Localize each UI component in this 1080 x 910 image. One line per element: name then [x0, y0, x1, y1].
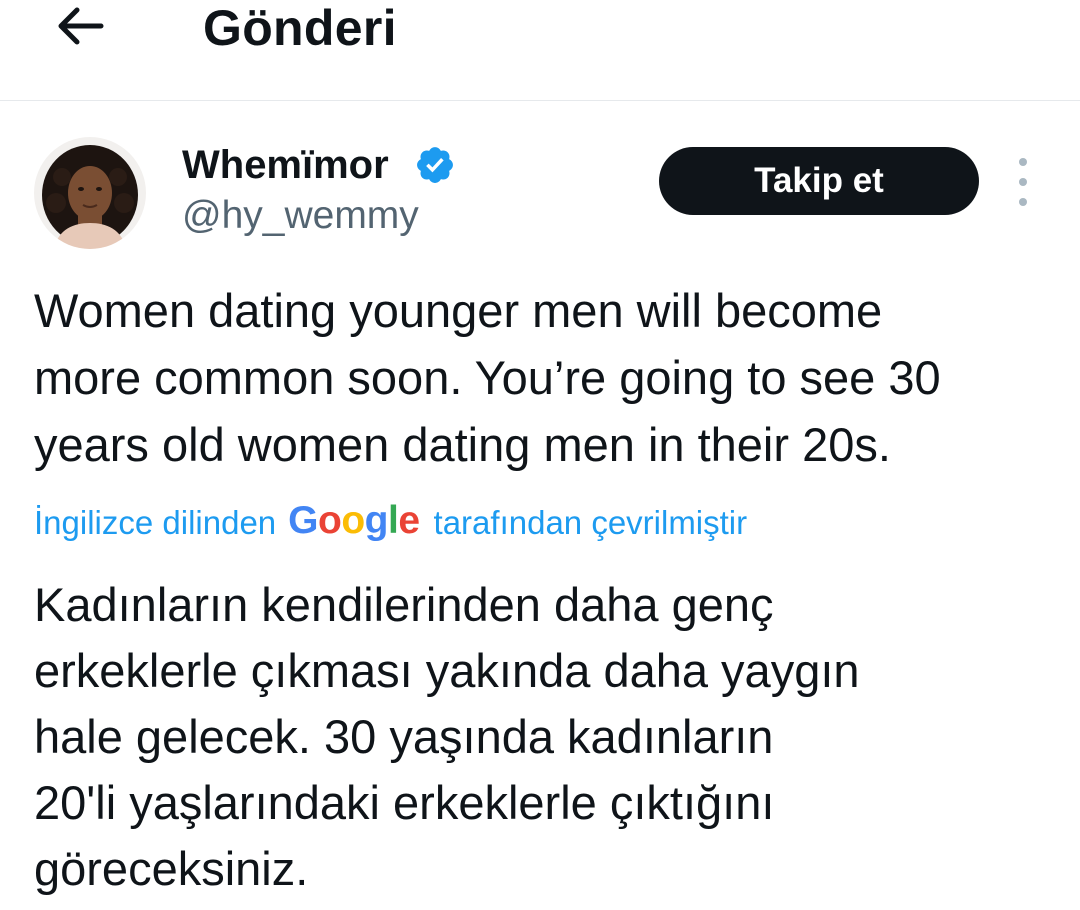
- back-button[interactable]: [48, 0, 112, 52]
- translated-text: Kadınların kendilerinden daha genç erkek…: [34, 572, 1054, 902]
- google-letter: e: [398, 499, 420, 542]
- tweet-line: years old women dating men in their 20s.: [34, 418, 891, 471]
- google-letter: l: [387, 499, 399, 542]
- more-dot: [1019, 178, 1027, 186]
- verified-badge-icon: [417, 147, 453, 183]
- tweet-line: Women dating younger men will become: [34, 284, 883, 337]
- avatar[interactable]: [34, 137, 146, 249]
- more-options-button[interactable]: [1008, 158, 1038, 206]
- tweet-line: more common soon. You’re going to see 30: [34, 351, 941, 404]
- page-title: Gönderi: [203, 0, 397, 56]
- google-letter: o: [318, 499, 342, 542]
- translated-line: hale gelecek. 30 yaşında kadınların: [34, 710, 774, 763]
- google-logo: Google: [288, 499, 420, 543]
- more-dot: [1019, 198, 1027, 206]
- tweet-text: Women dating younger men will become mor…: [34, 277, 1054, 478]
- google-letter: o: [341, 499, 365, 542]
- translated-line: göreceksiniz.: [34, 842, 309, 895]
- user-handle[interactable]: @hy_wemmy: [182, 194, 419, 238]
- top-bar: Gönderi: [0, 0, 1080, 101]
- more-vertical-icon: [1019, 158, 1027, 166]
- translation-prefix: İngilizce dilinden: [34, 504, 277, 541]
- translation-suffix: tarafından çevrilmiştir: [433, 504, 748, 541]
- google-letter: G: [288, 499, 318, 542]
- translated-line: erkeklerle çıkması yakında daha yaygın: [34, 644, 860, 697]
- post-detail-page: Gönderi Whemïmor @hy_wemmy Takip et Wome…: [0, 0, 1080, 910]
- google-letter: g: [364, 499, 389, 542]
- translation-attribution[interactable]: İngilizce dilinden Google tarafından çev…: [34, 499, 748, 546]
- translated-line: Kadınların kendilerinden daha genç: [34, 578, 774, 631]
- avatar-image: [34, 137, 146, 249]
- follow-button[interactable]: Takip et: [659, 147, 979, 215]
- display-name[interactable]: Whemïmor: [182, 142, 389, 188]
- translated-line: 20'li yaşlarındaki erkeklerle çıktığını: [34, 776, 775, 829]
- arrow-left-icon: [58, 7, 104, 45]
